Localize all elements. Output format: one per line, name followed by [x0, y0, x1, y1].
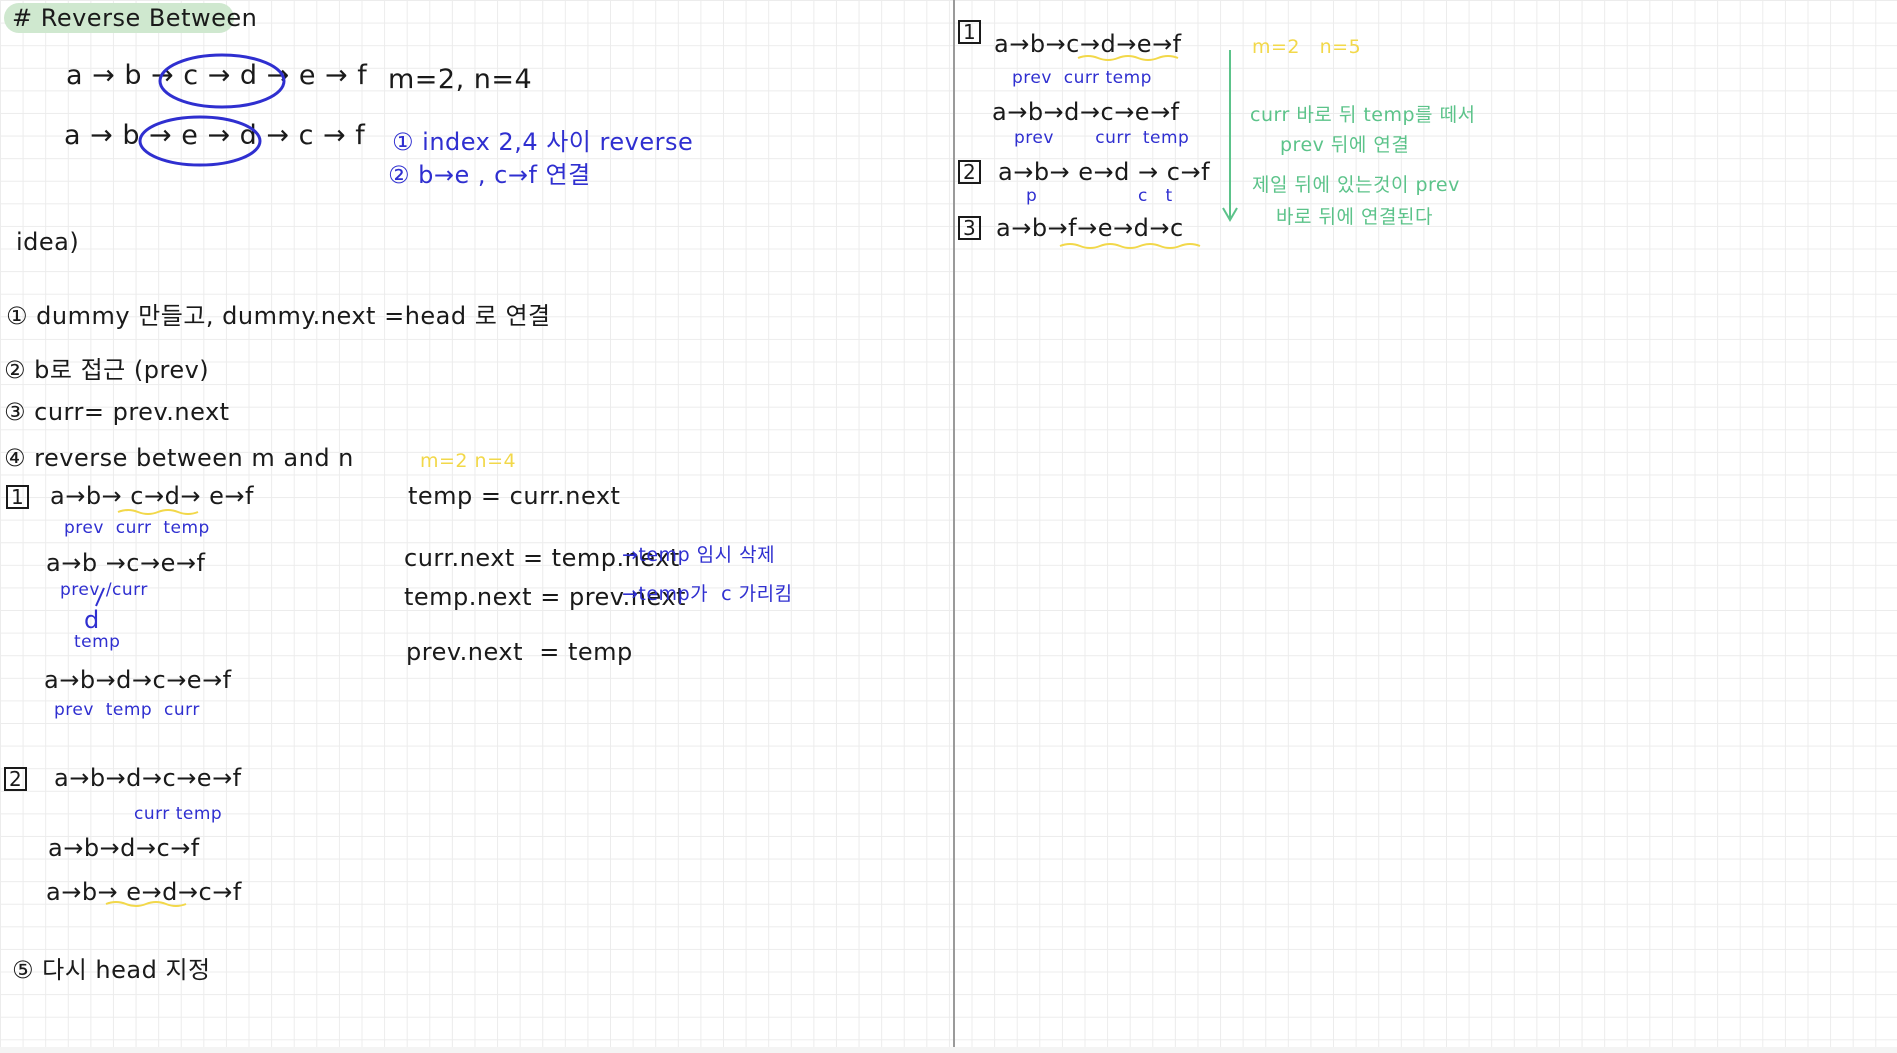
circle-e-d-c — [138, 115, 262, 167]
arrow-curr-to-d — [95, 587, 105, 607]
underline-iter2 — [105, 901, 187, 907]
underline-iter1 — [117, 509, 199, 515]
circle-c-d-e — [158, 53, 286, 109]
underline-right-3 — [1059, 243, 1201, 249]
annotation-marks — [95, 50, 1238, 907]
underline-right-1 — [1077, 55, 1179, 61]
